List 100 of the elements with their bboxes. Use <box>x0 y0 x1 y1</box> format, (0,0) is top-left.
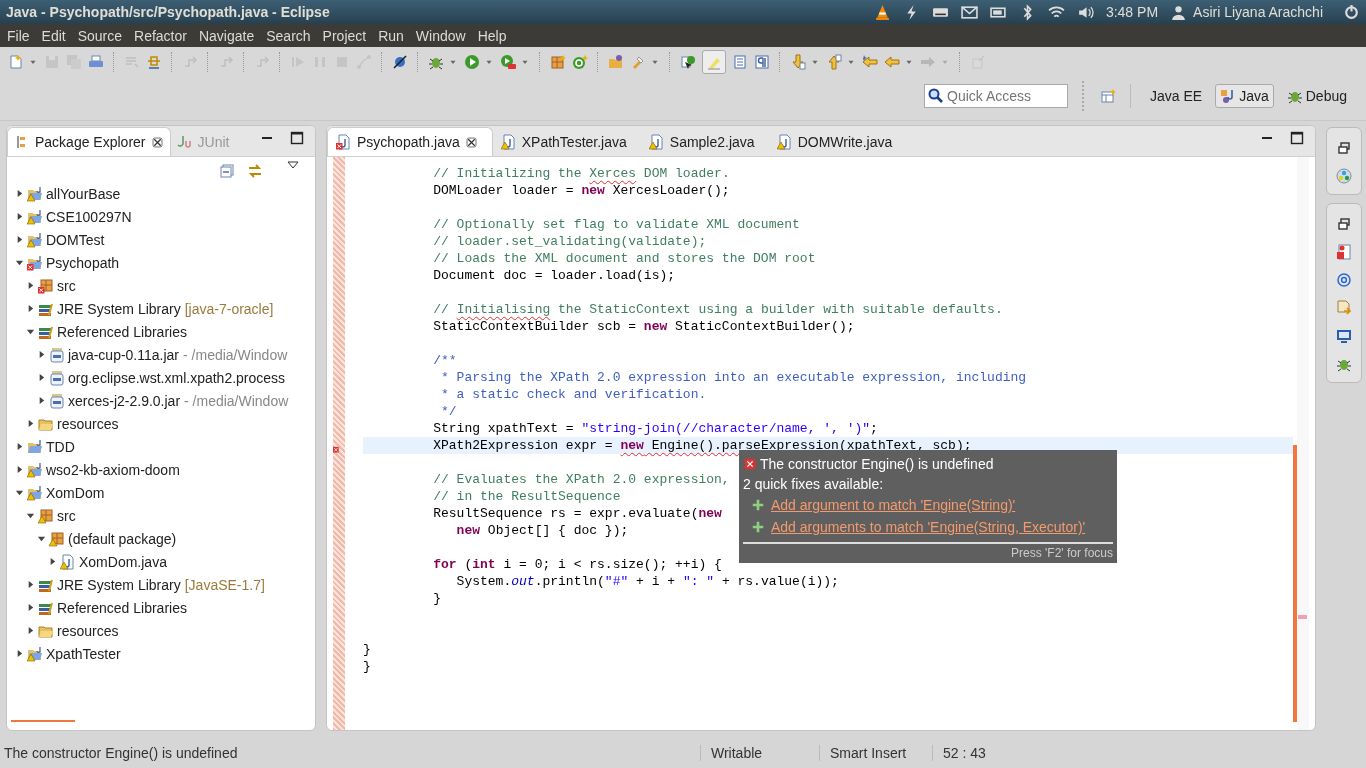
previous-annotation-icon[interactable] <box>826 54 842 70</box>
menu-item[interactable]: Help <box>471 27 513 44</box>
tree-item[interactable]: org.eclipse.wst.xml.xpath2.process <box>68 369 286 386</box>
tree-item[interactable]: XomDom <box>46 484 105 501</box>
collapsed-triangle-icon[interactable] <box>26 304 35 313</box>
run-tool-icon[interactable] <box>500 54 516 70</box>
task-icon[interactable] <box>680 54 696 70</box>
expanded-triangle-icon[interactable] <box>37 534 46 543</box>
next-annotation-icon[interactable] <box>790 54 806 70</box>
collapsed-triangle-icon[interactable] <box>26 580 35 589</box>
open-perspective-icon[interactable] <box>1100 88 1116 104</box>
code-line: System.out.println("#" + i + ": " + rs.value(i)); <box>455 574 839 589</box>
tree-item[interactable]: xerces-j2-2.9.0.jar <box>68 392 181 409</box>
editor-tab[interactable]: Psychopath.java <box>327 127 493 156</box>
power-icon[interactable] <box>1343 3 1360 21</box>
editor-tab[interactable]: XPathTester.java <box>492 128 641 156</box>
tree-item[interactable]: TDD <box>46 438 75 455</box>
perspective-button[interactable]: Java EE <box>1145 84 1208 108</box>
tree-item[interactable]: resources <box>57 622 119 639</box>
step-filter-icon[interactable] <box>146 54 162 70</box>
collapsed-triangle-icon[interactable] <box>37 396 46 405</box>
expanded-triangle-icon[interactable] <box>15 258 24 267</box>
tree-item[interactable]: src <box>57 507 76 524</box>
tab-label: XPathTester.java <box>521 134 627 150</box>
circles-icon[interactable] <box>1336 168 1352 184</box>
restore-icon[interactable] <box>1336 140 1352 156</box>
print-icon[interactable] <box>88 54 104 70</box>
restore-icon[interactable] <box>1336 216 1352 232</box>
collapsed-triangle-icon[interactable] <box>15 235 24 244</box>
cursor-position: 52 : 43 <box>932 744 986 761</box>
tree-item[interactable]: allYourBase <box>46 185 121 202</box>
collapsed-triangle-icon[interactable] <box>15 189 24 198</box>
expanded-triangle-icon[interactable] <box>26 327 35 336</box>
menu-item[interactable]: File <box>1 27 36 44</box>
code-line: * a static check and verification. <box>440 387 707 402</box>
tree-item[interactable]: src <box>57 277 76 294</box>
clock[interactable]: 3:48 PM <box>1105 4 1159 20</box>
problems-icon[interactable] <box>1336 244 1352 260</box>
expanded-triangle-icon[interactable] <box>26 511 35 520</box>
maximize-icon[interactable] <box>289 130 305 146</box>
menu-item[interactable]: Refactor <box>128 27 193 44</box>
block-icon[interactable] <box>732 54 748 70</box>
perspective-button[interactable]: Java <box>1215 84 1274 108</box>
mail-icon[interactable] <box>960 3 978 21</box>
tree-item[interactable]: Referenced Libraries <box>57 599 187 616</box>
menu-item[interactable]: Project <box>316 27 373 44</box>
editor-tab[interactable]: DOMWrite.java <box>768 128 907 156</box>
cone-icon[interactable] <box>873 3 891 21</box>
tree-item[interactable]: JRE System Library <box>57 576 181 593</box>
tree-item[interactable]: Referenced Libraries <box>57 323 187 340</box>
open-folder-icon[interactable] <box>608 54 624 70</box>
menu-item[interactable]: Navigate <box>192 27 261 44</box>
expanded-triangle-icon[interactable] <box>15 488 24 497</box>
collapsed-triangle-icon[interactable] <box>37 350 46 359</box>
collapsed-triangle-icon[interactable] <box>26 626 35 635</box>
tree-item[interactable]: CSE100297N <box>46 208 132 225</box>
close-icon[interactable] <box>150 135 164 149</box>
collapsed-triangle-icon[interactable] <box>26 281 35 290</box>
maximize-icon[interactable] <box>1289 130 1305 146</box>
plus-icon <box>751 498 765 512</box>
collapse-all-icon[interactable] <box>219 163 235 179</box>
menu-item[interactable]: Window <box>409 27 472 44</box>
tree-item[interactable]: XomDom.java <box>79 553 167 570</box>
new-package-icon[interactable] <box>550 54 566 70</box>
tree-item[interactable]: resources <box>57 415 119 432</box>
menu-item[interactable]: Edit <box>35 27 72 44</box>
tree-item[interactable]: java-cup-0.11a.jar <box>68 346 180 363</box>
collapsed-triangle-icon[interactable] <box>48 557 57 566</box>
code-line: */ <box>440 404 457 419</box>
monitor-icon[interactable] <box>1336 328 1352 344</box>
last-edit-icon[interactable] <box>862 54 878 70</box>
run-icon[interactable] <box>464 54 480 70</box>
close-icon[interactable] <box>464 135 478 149</box>
collapsed-triangle-icon[interactable] <box>15 465 24 474</box>
user-name[interactable]: Asiri Liyana Arachchi <box>1193 4 1323 20</box>
menu-item[interactable]: Search <box>260 27 317 44</box>
tree-item[interactable]: JRE System Library <box>57 300 181 317</box>
collapsed-triangle-icon[interactable] <box>26 603 35 612</box>
tree-item[interactable]: DOMTest <box>46 231 105 248</box>
quick-access-field[interactable]: Quick Access <box>924 84 1068 108</box>
tree-item[interactable]: Psychopath <box>46 254 120 271</box>
perspective-button[interactable]: Debug <box>1281 84 1352 108</box>
breakpoint-icon[interactable] <box>392 54 408 70</box>
focus-hint: Press 'F2' for focus <box>1011 546 1113 560</box>
collapsed-triangle-icon[interactable] <box>15 212 24 221</box>
menu-item[interactable]: Run <box>372 27 410 44</box>
tree-item[interactable]: wso2-kb-axiom-doom <box>46 461 180 478</box>
editor-tab[interactable]: Sample2.java <box>640 128 769 156</box>
menu-item[interactable]: Source <box>71 27 129 44</box>
collapsed-triangle-icon[interactable] <box>37 373 46 382</box>
view-tab[interactable]: Package Explorer <box>7 127 171 156</box>
collapsed-triangle-icon[interactable] <box>15 442 24 451</box>
tree-item[interactable]: XpathTester <box>46 645 121 662</box>
new-class-icon[interactable] <box>572 54 588 70</box>
link-icon[interactable] <box>247 163 263 179</box>
collapsed-triangle-icon[interactable] <box>15 649 24 658</box>
code-line: // Evaluates the XPath 2.0 expression, <box>432 472 730 487</box>
collapsed-triangle-icon[interactable] <box>26 419 35 428</box>
tree-item[interactable]: (default package) <box>68 530 177 547</box>
pilcrow-icon[interactable] <box>754 54 770 70</box>
